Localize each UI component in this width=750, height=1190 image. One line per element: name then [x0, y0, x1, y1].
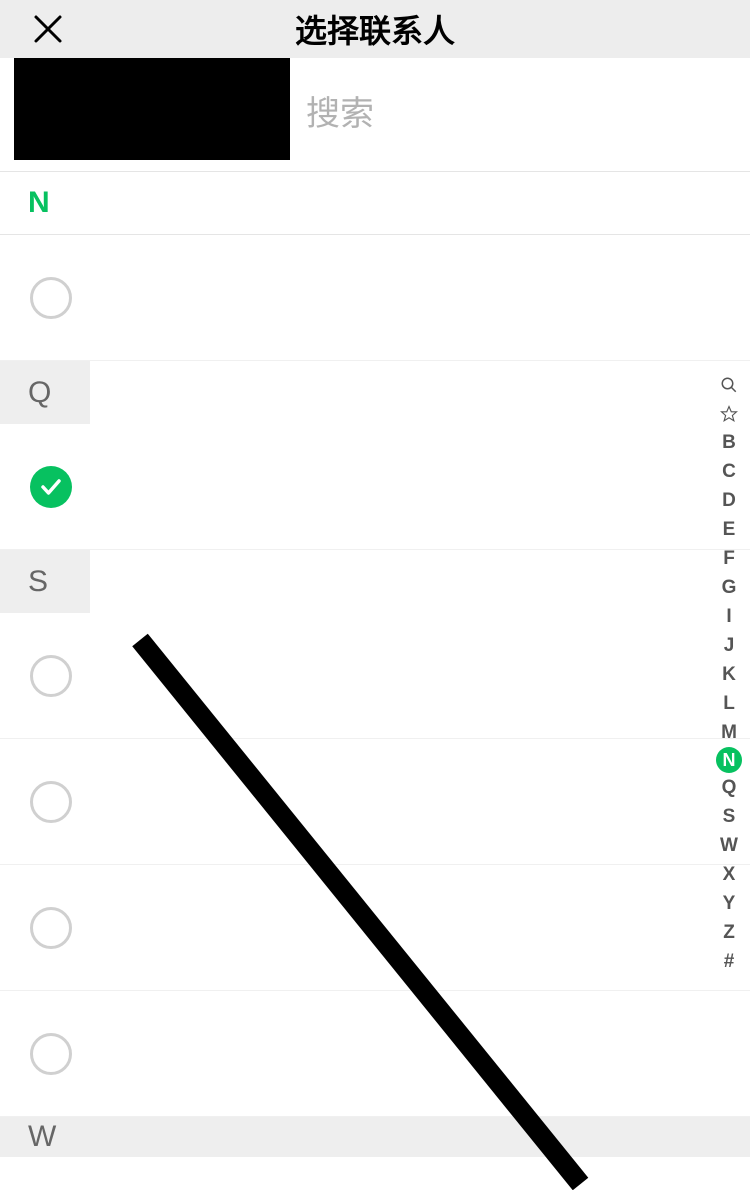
checkbox-unchecked[interactable] — [30, 655, 72, 697]
index-letter[interactable]: M — [714, 718, 744, 747]
index-letter[interactable]: # — [714, 947, 744, 976]
checkbox-unchecked[interactable] — [30, 1033, 72, 1075]
index-letter[interactable]: Q — [714, 773, 744, 802]
star-icon[interactable] — [714, 399, 744, 428]
checkbox-unchecked[interactable] — [30, 907, 72, 949]
index-letter[interactable]: F — [714, 544, 744, 573]
contact-item[interactable] — [0, 235, 750, 361]
contact-item[interactable] — [0, 424, 750, 550]
index-letter[interactable]: G — [714, 573, 744, 602]
index-letter[interactable]: Z — [714, 918, 744, 947]
section-header: W — [0, 1117, 750, 1157]
index-letter[interactable]: Y — [714, 889, 744, 918]
contact-item[interactable] — [0, 739, 750, 865]
index-letter[interactable]: X — [714, 860, 744, 889]
index-letter[interactable]: I — [714, 602, 744, 631]
page-title: 选择联系人 — [0, 6, 750, 52]
index-letter[interactable]: K — [714, 660, 744, 689]
contact-list: N Q S W — [0, 172, 750, 1157]
index-letter[interactable]: L — [714, 689, 744, 718]
index-letter[interactable]: S — [714, 802, 744, 831]
contact-item[interactable] — [0, 613, 750, 739]
section-header: Q — [0, 361, 90, 424]
checkbox-checked[interactable] — [30, 466, 72, 508]
index-letter[interactable]: B — [714, 428, 744, 457]
index-letter[interactable]: J — [714, 631, 744, 660]
section-header: S — [0, 550, 90, 613]
index-letter[interactable]: E — [714, 515, 744, 544]
index-letter-active[interactable]: N — [716, 747, 742, 773]
close-icon[interactable] — [28, 9, 68, 49]
header: 选择联系人 — [0, 0, 750, 58]
redacted-block — [14, 58, 290, 160]
checkbox-unchecked[interactable] — [30, 277, 72, 319]
contact-item[interactable] — [0, 991, 750, 1117]
alpha-index[interactable]: B C D E F G I J K L M N Q S W X Y Z # — [714, 370, 744, 976]
index-letter[interactable]: C — [714, 457, 744, 486]
index-letter[interactable]: W — [714, 831, 744, 860]
search-row — [0, 58, 750, 172]
search-icon[interactable] — [714, 370, 744, 399]
checkbox-unchecked[interactable] — [30, 781, 72, 823]
index-letter[interactable]: D — [714, 486, 744, 515]
section-header: N — [0, 172, 750, 235]
search-input[interactable] — [306, 95, 606, 134]
